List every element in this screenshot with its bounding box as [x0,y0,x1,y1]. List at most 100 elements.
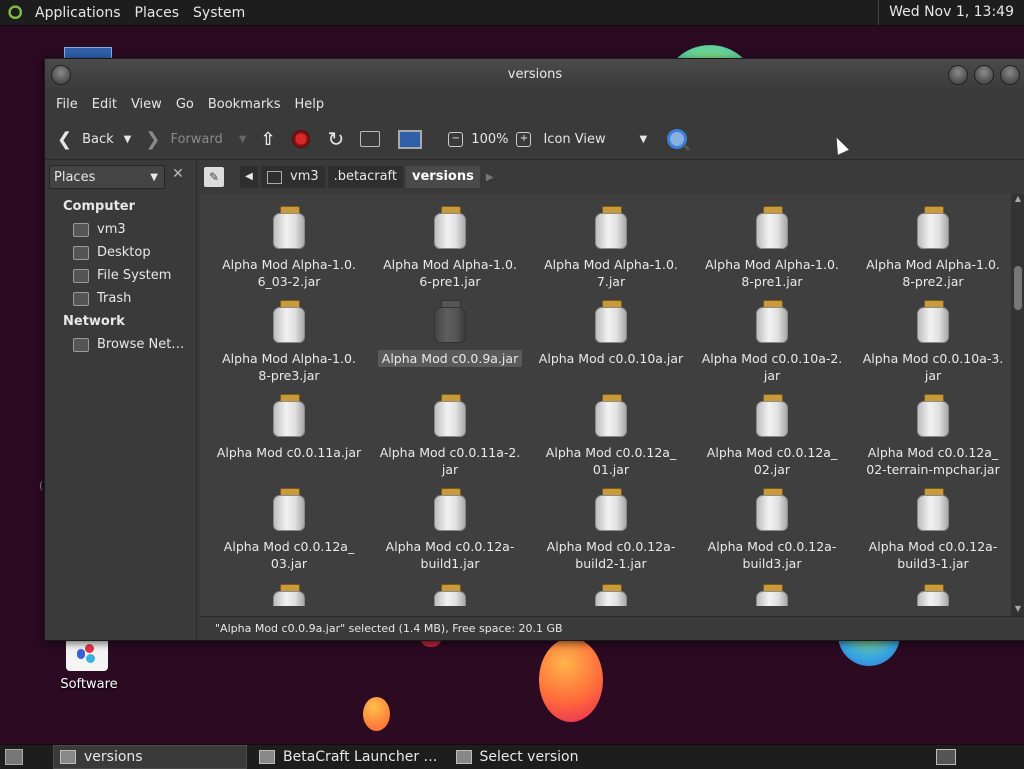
file-name-continued: jar [924,368,942,383]
network-icon [73,337,89,352]
breadcrumb-scroll-left-icon[interactable]: ◀ [240,166,258,188]
file-item[interactable]: Alpha Mod Alpha-1.0. 6-pre1.jar [375,206,525,290]
maximize-button[interactable] [974,65,994,85]
menu-view[interactable]: View [124,97,169,112]
file-name-continued: build1.jar [420,556,480,571]
home-icon[interactable] [360,131,381,147]
file-item[interactable]: Alpha Mod c0.0.9a.jar [375,300,525,367]
breadcrumb-scroll-right-icon[interactable]: ▶ [486,172,494,183]
file-item[interactable]: Alpha Mod Alpha-1.0. 8-pre2.jar [858,206,1008,290]
file-name-continued: jar [763,368,781,383]
menu-go[interactable]: Go [169,97,201,112]
file-item[interactable]: Alpha Mod c0.0.10a-2. jar [697,300,847,384]
zoom-in-icon[interactable]: + [516,131,532,147]
jar-file-icon [273,584,305,606]
file-icon-view[interactable]: Alpha Mod Alpha-1.0. 6_03-2.jar Alpha Mod … [200,194,1011,616]
sidebar-item-browse-network[interactable]: Browse Net… [73,337,184,352]
view-mode-dropdown-icon[interactable]: ▼ [639,134,647,145]
file-name-continued: 02.jar [753,462,791,477]
scroll-up-icon[interactable]: ▲ [1011,194,1024,206]
wallpaper-shape [363,697,390,731]
breadcrumb-betacraft[interactable]: .betacraft [327,166,403,188]
taskbar-item-versions[interactable]: versions [53,745,247,769]
show-desktop-icon[interactable] [5,749,23,765]
system-menu[interactable]: System [186,5,252,21]
file-item-partial[interactable] [214,584,364,612]
file-item-partial[interactable] [697,584,847,612]
menu-bookmarks[interactable]: Bookmarks [201,97,288,112]
scrollbar[interactable]: ▲ ▼ [1011,194,1024,616]
back-history-dropdown-icon[interactable]: ▼ [124,134,132,145]
forward-history-dropdown-icon[interactable]: ▼ [239,134,247,145]
file-name-continued: 01.jar [592,462,630,477]
taskbar-item-select-version[interactable]: Select version [450,746,585,768]
breadcrumb-label: vm3 [290,169,319,184]
sidebar-item-file-system[interactable]: File System [73,268,171,283]
menu-file[interactable]: File [49,97,85,112]
scrollbar-thumb[interactable] [1014,266,1022,310]
view-mode-select[interactable]: Icon View [543,132,639,147]
jar-file-icon [756,394,788,438]
file-item[interactable]: Alpha Mod c0.0.11a.jar [214,394,364,461]
close-sidebar-icon[interactable]: ✕ [169,166,187,184]
file-name: Alpha Mod c0.0.12a- [385,539,515,554]
file-item[interactable]: Alpha Mod c0.0.12a-build2-1.jar [536,488,686,572]
file-item[interactable]: Alpha Mod Alpha-1.0. 6_03-2.jar [214,206,364,290]
breadcrumb-versions[interactable]: versions [406,166,480,188]
zoom-out-icon[interactable]: − [448,131,464,147]
file-item[interactable]: Alpha Mod Alpha-1.0. 8-pre3.jar [214,300,364,384]
title-bar[interactable]: versions [45,59,1024,89]
back-button[interactable]: ❮ Back [57,129,114,150]
edit-location-icon[interactable]: ✎ [204,167,224,187]
minimize-button[interactable] [948,65,968,85]
reload-icon[interactable]: ↻ [328,127,345,151]
stop-icon[interactable] [291,130,310,148]
zoom-level[interactable]: 100% [471,132,508,147]
sidebar-item-desktop[interactable]: Desktop [73,245,151,260]
file-item[interactable]: Alpha Mod c0.0.10a-3. jar [858,300,1008,384]
distro-logo-icon[interactable] [8,4,24,21]
jar-file-icon [756,584,788,606]
sidebar-pane-selector[interactable]: Places ▼ [49,165,165,189]
file-item[interactable]: Alpha Mod c0.0.12a-build1.jar [375,488,525,572]
file-item[interactable]: Alpha Mod c0.0.12a_ 02.jar [697,394,847,478]
file-item[interactable]: Alpha Mod c0.0.12a_ 03.jar [214,488,364,572]
file-item-partial[interactable] [536,584,686,612]
taskbar-item-betacraft[interactable]: BetaCraft Launcher … [253,746,444,768]
file-item[interactable]: Alpha Mod c0.0.12a_ 01.jar [536,394,686,478]
breadcrumb-vm3[interactable]: vm3 [261,166,325,188]
file-item[interactable]: Alpha Mod c0.0.12a-build3-1.jar [858,488,1008,572]
software-app-icon[interactable] [66,637,108,671]
file-item[interactable]: Alpha Mod c0.0.11a-2. jar [375,394,525,478]
menu-edit[interactable]: Edit [85,97,124,112]
forward-button[interactable]: ❯ Forward [145,129,222,150]
location-bar: ✎ ◀ vm3 .betacraft versions ▶ [198,160,1024,194]
clock[interactable]: Wed Nov 1, 13:49 [878,0,1024,25]
places-menu[interactable]: Places [128,5,187,21]
jar-file-icon [756,488,788,532]
menu-bar: File Edit View Go Bookmarks Help [45,89,1024,119]
sidebar-item-vm3[interactable]: vm3 [73,222,126,237]
file-item[interactable]: Alpha Mod c0.0.10a.jar [536,300,686,367]
software-label[interactable]: Software [54,677,124,692]
computer-icon[interactable] [398,129,423,149]
workspace-switcher-icon[interactable] [936,749,956,765]
file-item-partial[interactable] [375,584,525,612]
file-item[interactable]: Alpha Mod Alpha-1.0. 7.jar [536,206,686,290]
close-button[interactable] [1000,65,1020,85]
file-name: Alpha Mod c0.0.10a.jar [538,351,684,366]
scroll-down-icon[interactable]: ▼ [1011,604,1024,616]
file-item[interactable]: Alpha Mod c0.0.12a-build3.jar [697,488,847,572]
menu-help[interactable]: Help [287,97,331,112]
file-item[interactable]: Alpha Mod Alpha-1.0. 8-pre1.jar [697,206,847,290]
forward-label: Forward [170,131,223,147]
file-item-partial[interactable] [858,584,1008,612]
applications-menu[interactable]: Applications [28,5,128,21]
up-arrow-icon[interactable]: ⇧ [260,129,275,150]
file-name-continued: build2-1.jar [575,556,647,571]
search-icon[interactable] [667,129,688,149]
file-name: Alpha Mod Alpha-1.0. [222,351,356,366]
sidebar-item-trash[interactable]: Trash [73,291,131,306]
file-item[interactable]: Alpha Mod c0.0.12a_ 02-terrain-mpchar.jar [858,394,1008,478]
sidebar-heading-computer: Computer [63,199,136,214]
